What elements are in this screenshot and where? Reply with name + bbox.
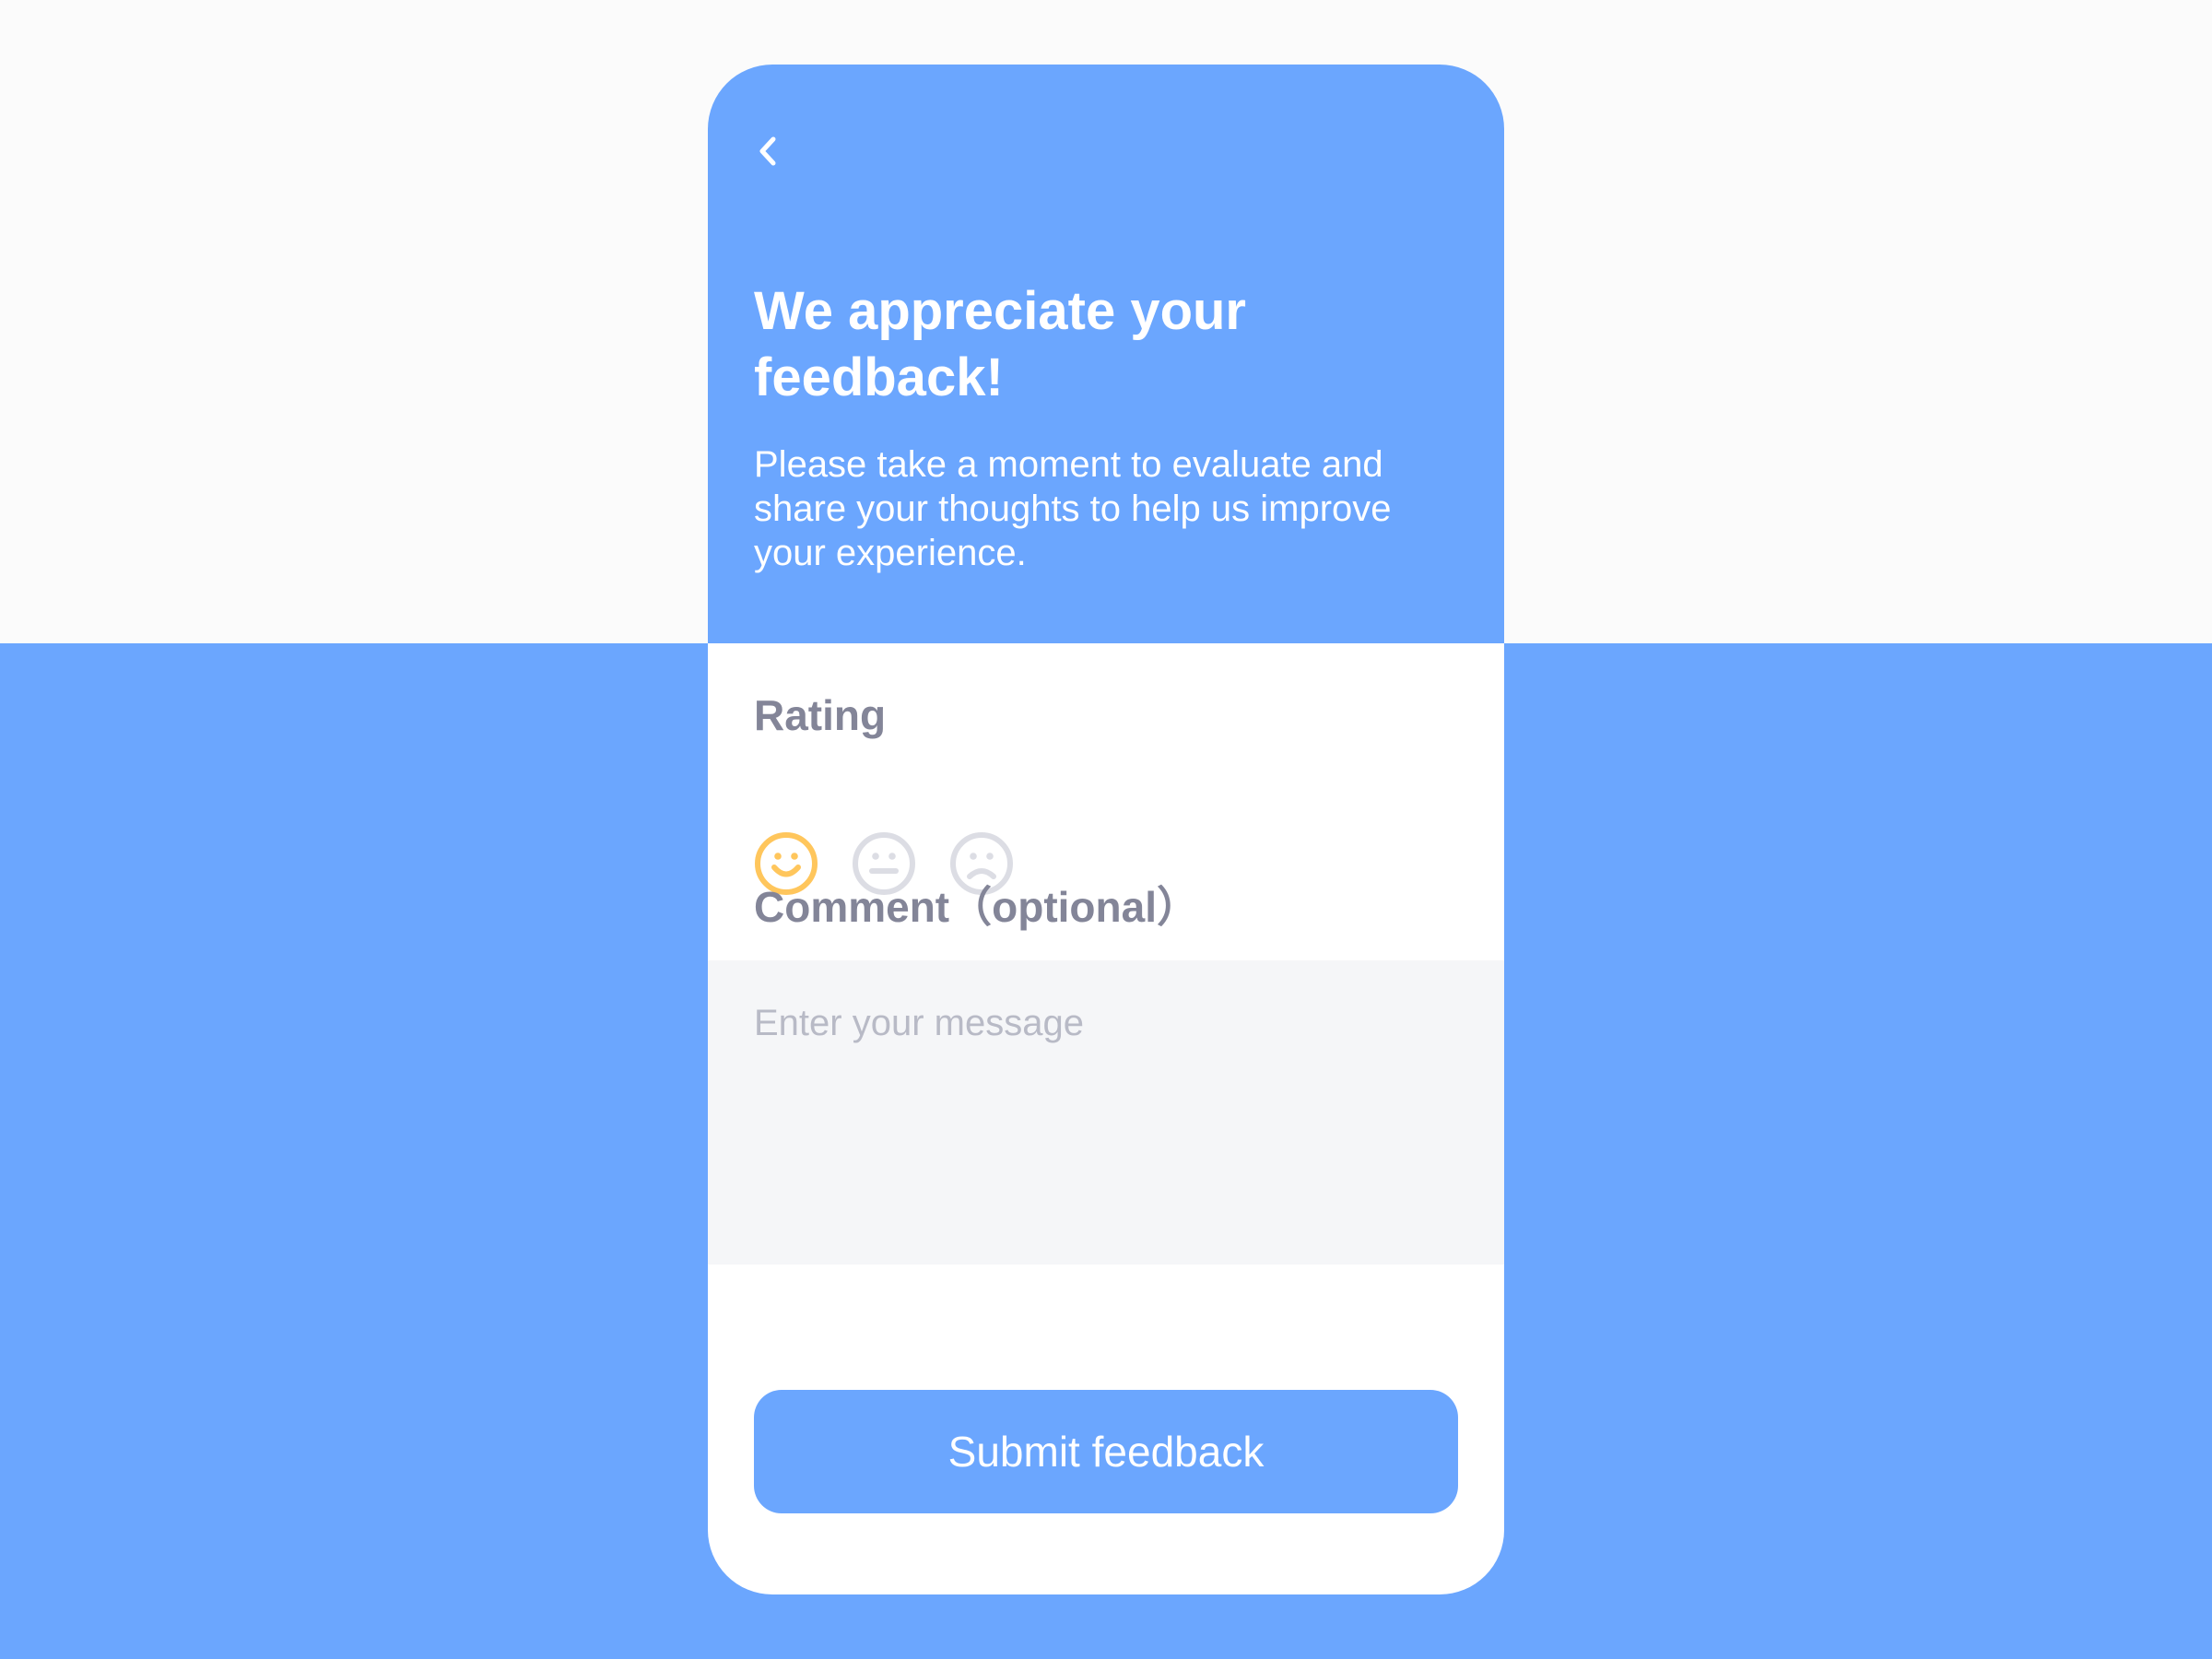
- comment-input[interactable]: [708, 960, 1504, 1265]
- rating-label: Rating: [754, 691, 887, 739]
- page-subtitle: Please take a moment to evaluate and sha…: [754, 444, 1392, 573]
- submit-feedback-button[interactable]: Submit feedback: [754, 1390, 1458, 1513]
- back-button[interactable]: [739, 122, 798, 181]
- page-title: We appreciate your feedback!: [754, 281, 1247, 407]
- comment-label: Comment（optional）: [754, 883, 1199, 931]
- feedback-card: We appreciate your feedback! Please take…: [708, 65, 1504, 1594]
- feedback-header: We appreciate your feedback! Please take…: [708, 65, 1504, 643]
- chevron-left-icon: [759, 136, 776, 166]
